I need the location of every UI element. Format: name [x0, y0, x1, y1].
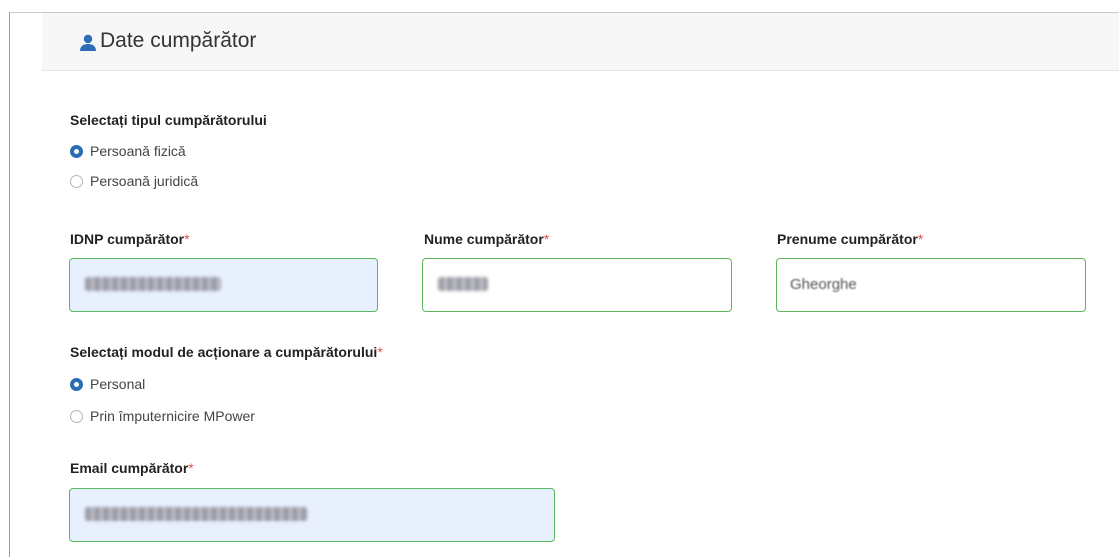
nume-input[interactable]: [422, 258, 732, 312]
user-icon: [80, 34, 96, 51]
redacted-value: [438, 277, 488, 291]
radio-unchecked-icon[interactable]: [70, 174, 83, 188]
redacted-value: [85, 277, 221, 291]
buyer-type-label-text: Selectați tipul cumpărătorului: [70, 112, 267, 128]
radio-persoana-fizica[interactable]: Persoană fizică: [70, 141, 186, 161]
required-asterisk: *: [377, 344, 383, 360]
buyer-data-panel: Date cumpărător Selectați tipul cumpărăt…: [9, 12, 1119, 557]
panel-title: Date cumpărător: [100, 29, 257, 52]
radio-label: Persoană fizică: [90, 143, 186, 159]
idnp-label: IDNP cumpărător*: [70, 230, 190, 248]
required-asterisk: *: [543, 231, 550, 247]
radio-label: Prin împuternicire MPower: [90, 408, 255, 424]
radio-unchecked-icon[interactable]: [70, 409, 83, 423]
idnp-input[interactable]: [69, 258, 378, 312]
radio-personal[interactable]: Personal: [70, 374, 145, 394]
nume-label-text: Nume cumpărător: [424, 231, 544, 247]
prenume-label: Prenume cumpărător*: [777, 230, 923, 248]
prenume-label-text: Prenume cumpărător: [777, 231, 918, 247]
action-mode-label: Selectați modul de acționare a cumpărăto…: [70, 343, 383, 361]
radio-checked-icon[interactable]: [70, 144, 83, 158]
action-mode-label-text: Selectați modul de acționare a cumpărăto…: [70, 344, 378, 360]
required-asterisk: *: [188, 460, 194, 476]
radio-persoana-juridica[interactable]: Persoană juridică: [70, 171, 198, 191]
idnp-label-text: IDNP cumpărător: [70, 231, 185, 247]
email-input[interactable]: [69, 488, 555, 542]
radio-label: Persoană juridică: [90, 173, 199, 189]
radio-prin-imputernicire[interactable]: Prin împuternicire MPower: [70, 406, 255, 426]
radio-label: Personal: [90, 376, 146, 392]
prenume-input[interactable]: Gheorghe: [776, 258, 1086, 312]
prenume-value: Gheorghe: [790, 276, 857, 293]
required-asterisk: *: [917, 231, 924, 247]
radio-checked-icon[interactable]: [70, 377, 83, 391]
redacted-value: [85, 507, 307, 521]
email-label: Email cumpărător*: [70, 459, 194, 477]
panel-header: Date cumpărător: [42, 13, 1119, 71]
required-asterisk: *: [184, 231, 190, 247]
nume-label: Nume cumpărător*: [424, 230, 549, 248]
buyer-type-label: Selectați tipul cumpărătorului: [70, 111, 267, 129]
email-label-text: Email cumpărător: [70, 460, 189, 476]
